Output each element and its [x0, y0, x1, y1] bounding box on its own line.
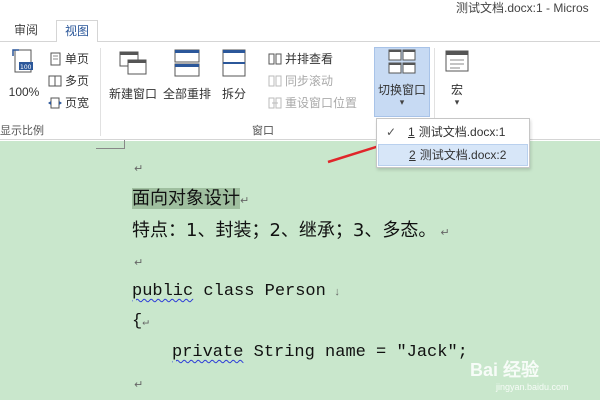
- watermark-url: jingyan.baidu.com: [496, 382, 569, 392]
- switch-window-menu: ✓ 1 测试文档.docx:1 2 测试文档.docx:2: [376, 118, 530, 168]
- menu-item-label: 测试文档.docx:1: [418, 125, 506, 139]
- menu-item-number: 2: [409, 148, 416, 162]
- menu-item-window-2[interactable]: 2 测试文档.docx:2: [378, 144, 528, 166]
- watermark-logo: Bai 经验: [470, 360, 540, 380]
- annotation-arrow: [327, 137, 400, 164]
- check-icon: ✓: [386, 125, 397, 139]
- menu-item-window-1[interactable]: ✓ 1 测试文档.docx:1: [378, 121, 528, 143]
- menu-item-number: 1: [408, 125, 415, 139]
- menu-item-label: 测试文档.docx:2: [419, 148, 507, 162]
